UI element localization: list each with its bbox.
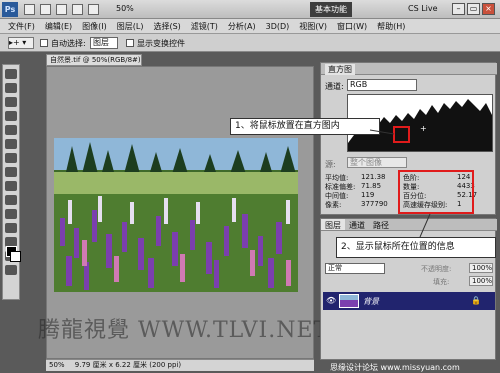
callout-arrows: [369, 129, 431, 238]
footer-credit: 思缘设计论坛 www.missyuan.com: [330, 363, 460, 372]
